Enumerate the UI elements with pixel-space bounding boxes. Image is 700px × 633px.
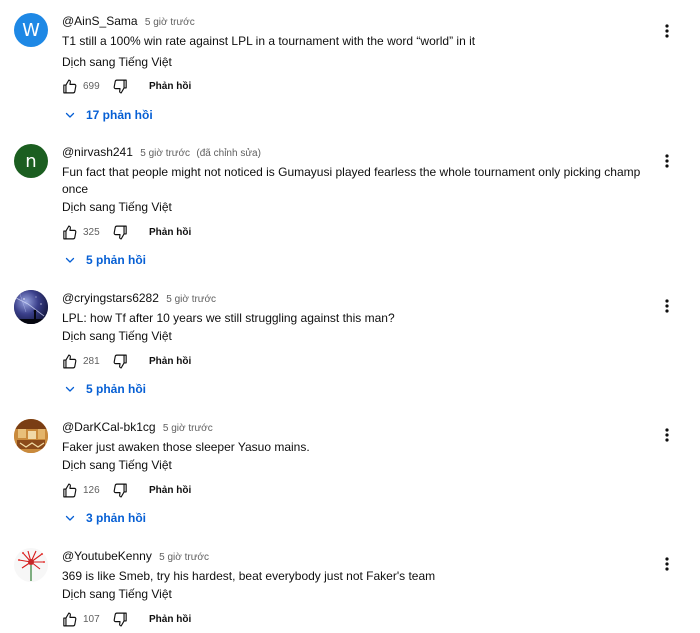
view-replies-button[interactable]: 5 phản hồi: [64, 253, 146, 267]
avatar-letter: W: [22, 19, 40, 41]
more-actions-icon[interactable]: [660, 23, 674, 39]
comment-text: LPL: how Tf after 10 years we still stru…: [62, 311, 395, 325]
comment-header: @AinS_Sama 5 giờ trước: [62, 13, 195, 31]
comment-text: T1 still a 100% win rate against LPL in …: [62, 34, 476, 48]
reply-button[interactable]: Phản hồi: [149, 81, 191, 92]
reply-button[interactable]: Phản hồi: [149, 485, 191, 496]
comment-author[interactable]: @YoutubeKenny: [62, 549, 152, 563]
comment-time[interactable]: 5 giờ trước: [145, 17, 195, 28]
comment-actions: 281 Phản hồi: [60, 351, 191, 371]
chevron-down-icon: [64, 109, 76, 121]
comment-time[interactable]: 5 giờ trước: [159, 552, 209, 563]
avatar[interactable]: [14, 419, 48, 453]
chevron-down-icon: [64, 254, 76, 266]
comment-actions: 699 Phản hồi: [60, 76, 191, 96]
dislike-icon[interactable]: [111, 352, 129, 370]
comment-time[interactable]: 5 giờ trước: [140, 148, 190, 159]
red-flower-avatar-image: [14, 548, 48, 582]
reply-button[interactable]: Phản hồi: [149, 356, 191, 367]
like-count: 126: [83, 484, 100, 496]
avatar[interactable]: [14, 290, 48, 324]
like-icon[interactable]: [60, 352, 78, 370]
dislike-icon[interactable]: [111, 610, 129, 628]
avatar[interactable]: W: [14, 13, 48, 47]
comment-text: Fun fact that people might not noticed i…: [62, 165, 641, 196]
more-actions-icon[interactable]: [660, 153, 674, 169]
translate-link[interactable]: Dịch sang Tiếng Việt: [62, 457, 172, 473]
translate-link[interactable]: Dịch sang Tiếng Việt: [62, 586, 172, 602]
more-actions-icon[interactable]: [660, 427, 674, 443]
dislike-icon[interactable]: [111, 223, 129, 241]
more-actions-icon[interactable]: [660, 556, 674, 572]
translate-link[interactable]: Dịch sang Tiếng Việt: [62, 54, 172, 70]
view-replies-button[interactable]: 3 phản hồi: [64, 511, 146, 525]
translate-link[interactable]: Dịch sang Tiếng Việt: [62, 328, 172, 344]
comment-author[interactable]: @AinS_Sama: [62, 14, 138, 28]
comment-header: @nirvash241 5 giờ trước (đã chỉnh sửa): [62, 144, 261, 162]
comment-header: @DarKCal-bk1cg 5 giờ trước: [62, 419, 213, 437]
like-count: 325: [83, 226, 100, 238]
replies-count: 17 phản hồi: [86, 108, 153, 122]
edited-label: (đã chỉnh sửa): [196, 148, 261, 159]
like-icon[interactable]: [60, 77, 78, 95]
comment-text: 369 is like Smeb, try his hardest, beat …: [62, 569, 436, 583]
comment-time[interactable]: 5 giờ trước: [163, 423, 213, 434]
like-icon[interactable]: [60, 610, 78, 628]
chevron-down-icon: [64, 512, 76, 524]
replies-count: 5 phản hồi: [86, 382, 146, 396]
view-replies-button[interactable]: 17 phản hồi: [64, 108, 153, 122]
avatar[interactable]: [14, 548, 48, 582]
view-replies-button[interactable]: 5 phản hồi: [64, 382, 146, 396]
like-icon[interactable]: [60, 223, 78, 241]
comment-author[interactable]: @cryingstars6282: [62, 291, 159, 305]
comment-author[interactable]: @nirvash241: [62, 145, 133, 159]
like-count: 107: [83, 613, 100, 625]
dislike-icon[interactable]: [111, 481, 129, 499]
translate-link[interactable]: Dịch sang Tiếng Việt: [62, 199, 172, 215]
comment-actions: 126 Phản hồi: [60, 480, 191, 500]
like-icon[interactable]: [60, 481, 78, 499]
more-actions-icon[interactable]: [660, 298, 674, 314]
character-avatar-image: [14, 419, 48, 453]
comment-time[interactable]: 5 giờ trước: [166, 294, 216, 305]
avatar[interactable]: n: [14, 144, 48, 178]
replies-count: 5 phản hồi: [86, 253, 146, 267]
comment-header: @YoutubeKenny 5 giờ trước: [62, 548, 209, 566]
night-sky-avatar-image: [14, 290, 48, 324]
comment-author[interactable]: @DarKCal-bk1cg: [62, 420, 156, 434]
chevron-down-icon: [64, 383, 76, 395]
comment-header: @cryingstars6282 5 giờ trước: [62, 290, 216, 308]
like-count: 699: [83, 80, 100, 92]
reply-button[interactable]: Phản hồi: [149, 227, 191, 238]
reply-button[interactable]: Phản hồi: [149, 614, 191, 625]
replies-count: 3 phản hồi: [86, 511, 146, 525]
comment-text: Faker just awaken those sleeper Yasuo ma…: [62, 440, 310, 454]
like-count: 281: [83, 355, 100, 367]
avatar-letter: n: [25, 150, 37, 172]
comment-actions: 325 Phản hồi: [60, 222, 191, 242]
dislike-icon[interactable]: [111, 77, 129, 95]
comment-actions: 107 Phản hồi: [60, 609, 191, 629]
